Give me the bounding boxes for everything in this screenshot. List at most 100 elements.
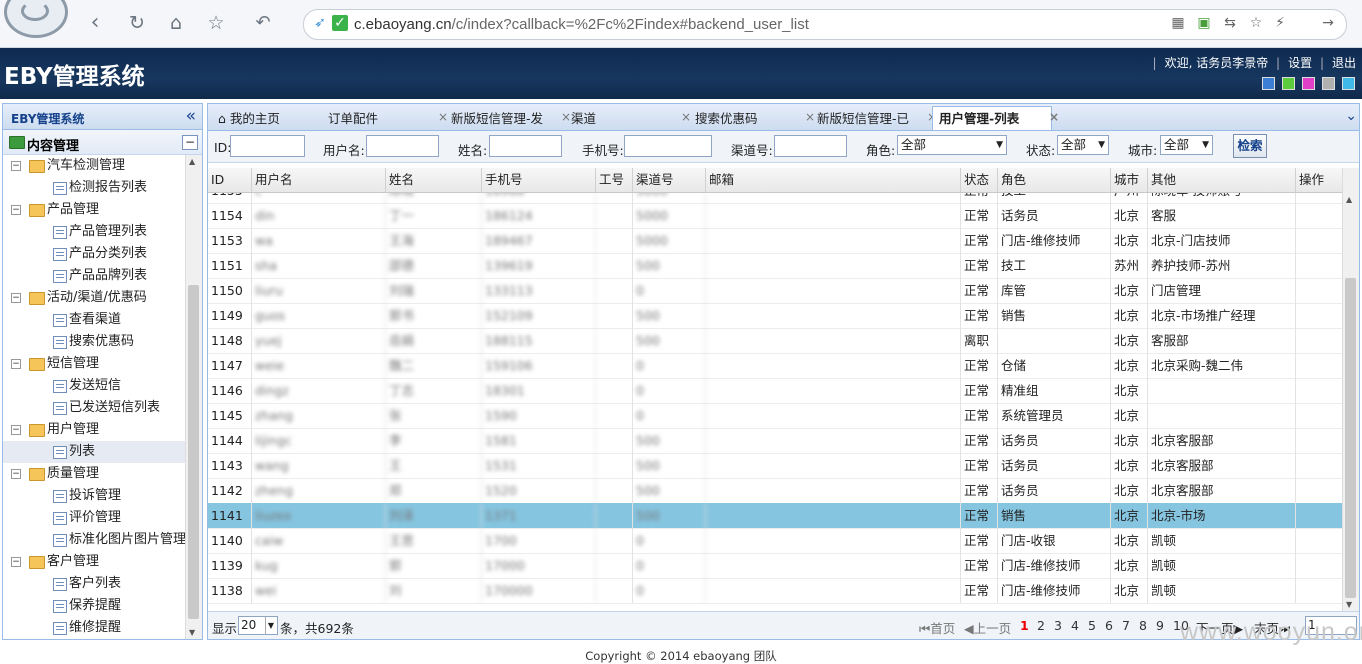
- table-row[interactable]: 1146 dingz 丁志 18301 0 正常 精准组 北京: [208, 378, 1343, 404]
- address-bar[interactable]: ➶ ✓ c.ebaoyang.cn/c/index?callback=%2Fc%…: [303, 9, 1347, 40]
- table-row[interactable]: 1144 lijingc 李 1581 500 正常 话务员 北京 北京客服部: [208, 428, 1343, 454]
- collapse-double-left-icon[interactable]: «: [186, 106, 196, 126]
- page-number-link[interactable]: 8: [1139, 618, 1147, 633]
- page-number-link[interactable]: 2: [1037, 618, 1045, 633]
- city-select[interactable]: 全部 ▼: [1160, 135, 1213, 155]
- tree-collapse-icon[interactable]: −: [11, 557, 21, 567]
- tree-parent-item[interactable]: − 短信管理: [3, 353, 185, 375]
- page-number-link[interactable]: 7: [1122, 618, 1130, 633]
- tree-collapse-icon[interactable]: −: [11, 161, 21, 171]
- tree-parent-item[interactable]: − 用户管理: [3, 419, 185, 441]
- page-number-link[interactable]: 4: [1071, 618, 1079, 633]
- tree-child-item[interactable]: 产品品牌列表: [3, 265, 185, 287]
- table-row[interactable]: 1143 wang 王 1531 500 正常 话务员 北京 北京客服部: [208, 453, 1343, 479]
- column-header[interactable]: 操作: [1296, 168, 1343, 192]
- table-row[interactable]: 1140 caiw 王思 1700 0 正常 门店-收银 北京 凯顿: [208, 528, 1343, 554]
- table-row[interactable]: 1150 liuru 刘瑞 133113 0 正常 库管 北京 门店管理: [208, 278, 1343, 304]
- table-row[interactable]: 1142 zheng 郑 1520 500 正常 话务员 北京 北京客服部: [208, 478, 1343, 504]
- section-collapse-icon[interactable]: −: [182, 135, 198, 150]
- prev-page-link[interactable]: ◀上一页: [964, 618, 1011, 637]
- page-number-link[interactable]: 6: [1105, 618, 1113, 633]
- tab-item[interactable]: 渠道 ×: [565, 107, 691, 130]
- tree-child-item[interactable]: 已发送短信列表: [3, 397, 185, 419]
- grid-scrollbar[interactable]: ▲ ▼: [1342, 168, 1359, 611]
- tabs-scroll-down-icon[interactable]: ⌄: [1345, 108, 1357, 124]
- tab-item[interactable]: 用户管理-列表 ×: [932, 106, 1059, 130]
- tab-item[interactable]: 订单配件 ×: [322, 107, 448, 130]
- page-number-link[interactable]: 9: [1156, 618, 1164, 633]
- table-row[interactable]: 1154 din 丁一 186124 5000 正常 话务员 北京 客服: [208, 203, 1343, 229]
- tree-child-item[interactable]: 客户列表: [3, 573, 185, 595]
- status-select[interactable]: 全部 ▼: [1057, 135, 1109, 155]
- page-number-link[interactable]: 1: [1020, 618, 1029, 633]
- username-input[interactable]: [366, 135, 439, 157]
- tree-collapse-icon[interactable]: −: [11, 469, 21, 479]
- browser-logo-icon[interactable]: [4, 0, 68, 38]
- grid-scroll-thumb[interactable]: [1345, 278, 1356, 598]
- go-arrow-icon[interactable]: →: [1320, 15, 1336, 31]
- tree-child-item[interactable]: 列表: [3, 441, 185, 463]
- tab-item[interactable]: 新版短信管理-已×: [811, 107, 937, 130]
- column-header[interactable]: 邮箱: [706, 168, 961, 192]
- table-row[interactable]: 1149 guos 郭书 152109 500 正常 销售 北京 北京-市场推广经理: [208, 303, 1343, 329]
- tree-child-item[interactable]: 发送短信: [3, 375, 185, 397]
- role-select[interactable]: 全部 ▼: [897, 135, 1007, 155]
- tree-child-item[interactable]: 查看渠道: [3, 309, 185, 331]
- translate-icon[interactable]: ⇆: [1222, 15, 1238, 31]
- back-icon[interactable]: ‹: [82, 10, 108, 36]
- column-header[interactable]: 姓名: [386, 168, 482, 192]
- tab-close-icon[interactable]: ×: [1049, 106, 1059, 129]
- tree-collapse-icon[interactable]: −: [11, 425, 21, 435]
- tree-child-item[interactable]: 投诉管理: [3, 485, 185, 507]
- theme-swatch-2[interactable]: [1282, 77, 1295, 90]
- tree-child-item[interactable]: 产品管理列表: [3, 221, 185, 243]
- undo-icon[interactable]: ↶: [250, 10, 276, 36]
- table-row[interactable]: 1139 kug 郭 17000 0 正常 门店-维修技师 北京 凯顿: [208, 553, 1343, 579]
- tree-child-item[interactable]: 保养提醒: [3, 595, 185, 617]
- column-header[interactable]: 手机号: [482, 168, 596, 192]
- tree-child-item[interactable]: 评价管理: [3, 507, 185, 529]
- tree-parent-item[interactable]: − 汽车检测管理: [3, 155, 185, 177]
- channel-input[interactable]: [774, 135, 847, 157]
- lightning-icon[interactable]: ⚡: [1272, 15, 1288, 31]
- tree-collapse-icon[interactable]: −: [11, 293, 21, 303]
- tab-item[interactable]: 新版短信管理-发 ×: [445, 107, 571, 130]
- table-row[interactable]: 1147 weie 魏二 159106 0 正常 仓储 北京 北京采购-魏二伟: [208, 353, 1343, 379]
- table-row[interactable]: 1138 wei 刘 170000 0 正常 门店-维修技师 北京 凯顿: [208, 578, 1343, 604]
- tab-item[interactable]: 搜索优惠码 ×: [689, 107, 815, 130]
- scroll-down-icon[interactable]: ▼: [1346, 600, 1352, 609]
- page-size-select[interactable]: 20 ▼: [238, 616, 278, 635]
- tree-child-item[interactable]: 产品分类列表: [3, 243, 185, 265]
- tab-item[interactable]: ⌂ 我的主页: [212, 107, 320, 130]
- table-row[interactable]: 1141 liuzex 刘泽 1371 500 正常 销售 北京 北京-市场: [208, 503, 1343, 529]
- theme-swatch-3[interactable]: [1302, 77, 1315, 90]
- tree-parent-item[interactable]: − 客户管理: [3, 551, 185, 573]
- tree-collapse-icon[interactable]: −: [11, 359, 21, 369]
- table-row[interactable]: 1151 sha 邵德 139619 500 正常 技工 苏州 养护技师-苏州: [208, 253, 1343, 279]
- scroll-up-icon[interactable]: ▲: [1346, 195, 1352, 204]
- column-header[interactable]: 其他: [1148, 168, 1296, 192]
- reload-icon[interactable]: ↻: [124, 10, 150, 36]
- name-input[interactable]: [489, 135, 562, 157]
- tree-parent-item[interactable]: − 质量管理: [3, 463, 185, 485]
- tree-child-item[interactable]: 搜索优惠码: [3, 331, 185, 353]
- id-input[interactable]: [230, 135, 305, 157]
- column-header[interactable]: 状态: [961, 168, 998, 192]
- home-icon[interactable]: ⌂: [163, 10, 189, 36]
- sidebar-section-header[interactable]: 内容管理 −: [3, 130, 202, 155]
- tree-parent-item[interactable]: − 产品管理: [3, 199, 185, 221]
- tree-child-item[interactable]: 标准化图片图片管理: [3, 529, 185, 551]
- tree-collapse-icon[interactable]: −: [11, 205, 21, 215]
- theme-swatch-4[interactable]: [1322, 77, 1335, 90]
- tree-child-item[interactable]: 检测报告列表: [3, 177, 185, 199]
- column-header[interactable]: 用户名: [252, 168, 386, 192]
- bookmark-star-icon[interactable]: ☆: [1248, 15, 1264, 31]
- theme-swatch-1[interactable]: [1262, 77, 1275, 90]
- sidebar-scroll-thumb[interactable]: [188, 285, 199, 619]
- table-row[interactable]: 1148 yuej 岳娟 188115 500 离职 北京 客服部: [208, 328, 1343, 354]
- logout-link[interactable]: 退出: [1332, 56, 1356, 70]
- settings-link[interactable]: 设置: [1288, 56, 1312, 70]
- star-icon[interactable]: ☆: [203, 10, 229, 36]
- search-button[interactable]: 检索: [1233, 134, 1267, 158]
- first-page-link[interactable]: ⏮首页: [919, 618, 955, 637]
